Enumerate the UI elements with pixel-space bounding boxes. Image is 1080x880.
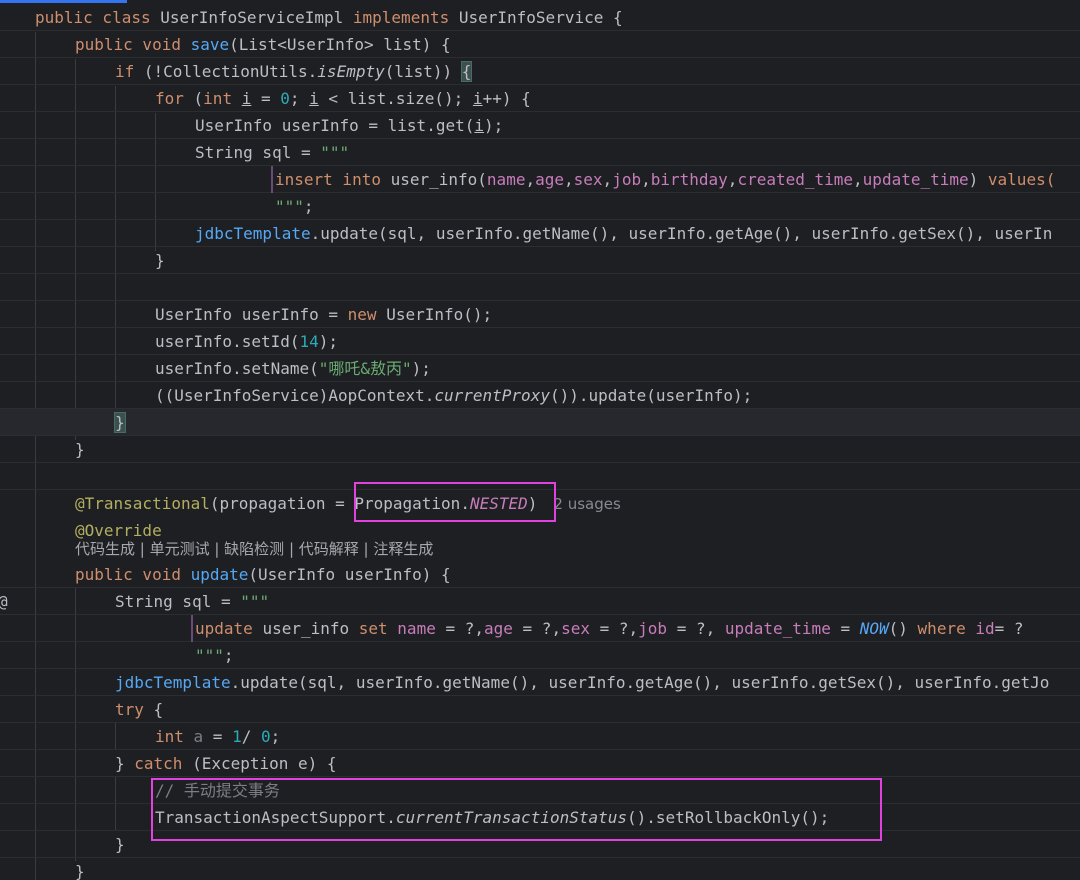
code-line: int a = 1/ 0; — [0, 723, 1080, 750]
code-line: UserInfo userInfo = new UserInfo(); — [0, 301, 1080, 328]
code-line: userInfo.setName("哪吒&敖丙"); — [0, 355, 1080, 382]
sql-injection-marker — [271, 166, 273, 193]
active-tab-indicator — [0, 0, 127, 3]
code-line: ((UserInfoService)AopContext.currentProx… — [0, 382, 1080, 409]
code-line: } catch (Exception e) { — [0, 750, 1080, 777]
code-line: String sql = """ — [0, 139, 1080, 166]
code-line: } — [0, 831, 1080, 858]
code-line: userInfo.setId(14); — [0, 328, 1080, 355]
code-line: } — [0, 436, 1080, 463]
code-line: UserInfo userInfo = list.get(i); — [0, 112, 1080, 139]
code-line: } — [0, 247, 1080, 274]
code-line: if (!CollectionUtils.isEmpty(list)) { — [0, 58, 1080, 85]
code-editor[interactable]: public class UserInfoServiceImpl impleme… — [0, 4, 1080, 880]
code-vision-actions[interactable]: 代码生成 | 单元测试 | 缺陷检测 | 代码解释 | 注释生成 — [75, 538, 433, 560]
highlight-box-propagation — [354, 482, 556, 522]
code-line: update user_info set name = ?,age = ?,se… — [0, 615, 1080, 642]
code-line — [0, 274, 1080, 301]
code-line: } — [75, 862, 85, 880]
code-line: public class UserInfoServiceImpl impleme… — [0, 4, 1080, 31]
code-line: """; — [0, 193, 1080, 220]
code-line: public void save(List<UserInfo> list) { — [0, 31, 1080, 58]
code-line: """; — [0, 642, 1080, 669]
code-line: @ public void update(UserInfo userInfo) … — [0, 561, 1080, 611]
code-line: for (int i = 0; i < list.size(); i++) { — [0, 85, 1080, 112]
code-line: insert into user_info(name,age,sex,job,b… — [0, 166, 1080, 193]
code-vision-row: 代码生成 | 单元测试 | 缺陷检测 | 代码解释 | 注释生成 — [0, 538, 1080, 560]
sql-injection-marker — [191, 615, 193, 642]
code-line: String sql = """ — [0, 588, 1080, 615]
code-line: try { — [0, 696, 1080, 723]
usages-hint[interactable]: 2 usages — [553, 495, 620, 513]
code-line-current: } — [0, 409, 1080, 436]
code-line: jdbcTemplate.update(sql, userInfo.getNam… — [0, 220, 1080, 247]
code-line: jdbcTemplate.update(sql, userInfo.getNam… — [0, 669, 1080, 696]
